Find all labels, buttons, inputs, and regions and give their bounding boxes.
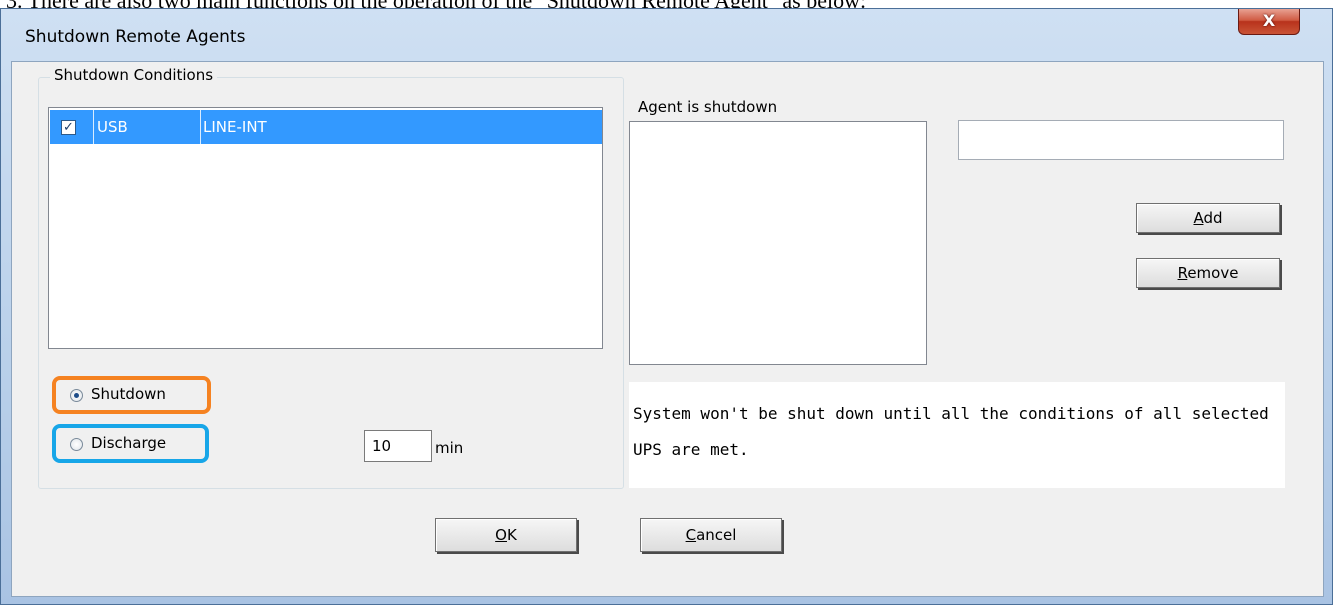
shutdown-radio[interactable]: Shutdown xyxy=(70,384,210,406)
ok-label-rest: K xyxy=(506,526,517,544)
ok-button[interactable]: OK xyxy=(435,518,577,552)
column-divider xyxy=(200,110,201,144)
cell-type: LINE-INT xyxy=(203,118,267,136)
close-button[interactable]: X xyxy=(1238,9,1300,35)
add-button[interactable]: Add xyxy=(1136,203,1280,233)
cell-port: USB xyxy=(97,118,128,136)
add-label-rest: dd xyxy=(1203,209,1223,227)
list-item[interactable]: ✓ USB LINE-INT xyxy=(50,110,602,144)
radio-checked-icon xyxy=(70,389,83,402)
dialog-window: Shutdown Remote Agents X Shutdown Condit… xyxy=(0,8,1333,605)
add-mnemonic: A xyxy=(1193,209,1204,227)
radio-unchecked-icon xyxy=(70,438,83,451)
checkmark-icon: ✓ xyxy=(63,120,74,135)
row-checkbox[interactable]: ✓ xyxy=(61,120,76,135)
shutdown-radio-label: Shutdown xyxy=(91,385,166,403)
cancel-button[interactable]: Cancel xyxy=(640,518,782,552)
shutdown-conditions-label: Shutdown Conditions xyxy=(50,66,218,84)
window-title: Shutdown Remote Agents xyxy=(25,27,246,47)
remove-label-rest: emove xyxy=(1187,264,1239,282)
conditions-list[interactable]: ✓ USB LINE-INT xyxy=(48,107,603,349)
close-icon: X xyxy=(1262,11,1276,30)
cancel-label-rest: ancel xyxy=(696,526,737,544)
agent-address-input[interactable] xyxy=(958,120,1284,160)
agent-shutdown-label: Agent is shutdown xyxy=(638,98,778,116)
cancel-mnemonic: C xyxy=(685,526,697,544)
info-message-area: System won't be shut down until all the … xyxy=(629,382,1285,488)
discharge-minutes-input[interactable] xyxy=(364,430,432,462)
ok-mnemonic: O xyxy=(495,526,507,544)
remove-mnemonic: R xyxy=(1177,264,1188,282)
discharge-radio[interactable]: Discharge xyxy=(70,433,210,455)
dialog-client-area: Shutdown Conditions ✓ USB LINE-INT Shutd… xyxy=(11,61,1324,597)
remove-button[interactable]: Remove xyxy=(1136,258,1280,288)
agent-list[interactable] xyxy=(629,121,927,365)
column-divider xyxy=(93,110,94,144)
discharge-radio-label: Discharge xyxy=(91,434,167,452)
info-message-text: System won't be shut down until all the … xyxy=(633,404,1269,459)
minutes-unit-label: min xyxy=(435,439,464,457)
